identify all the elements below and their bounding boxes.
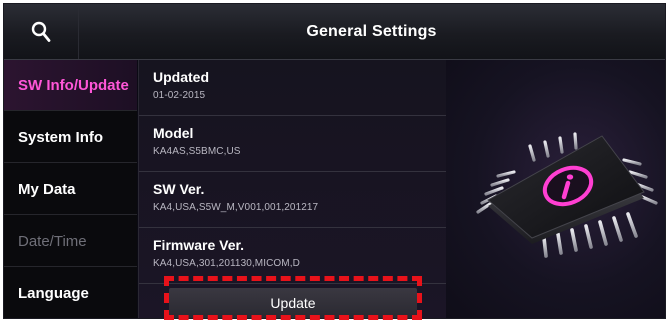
settings-screen: General Settings SW Info/Update System I… <box>3 3 666 319</box>
sw-ver-value: KA4,USA,S5W_M,V001,001,201217 <box>153 202 319 213</box>
info-graphic-panel <box>446 60 665 318</box>
sw-ver-label: SW Ver. <box>153 181 205 197</box>
updated-label: Updated <box>153 69 209 85</box>
sidebar-item-sw-info-update[interactable]: SW Info/Update <box>4 60 137 111</box>
update-highlight-box <box>164 276 422 320</box>
model-value: KA4AS,S5BMC,US <box>153 146 241 157</box>
search-button[interactable] <box>4 4 79 59</box>
updated-value: 01-02-2015 <box>153 90 206 101</box>
info-chip-icon <box>476 128 658 258</box>
firmware-ver-value: KA4,USA,301,201130,MICOM,D <box>153 258 300 269</box>
header-bar: General Settings <box>4 4 665 60</box>
sidebar-item-language[interactable]: Language <box>4 268 137 318</box>
firmware-ver-label: Firmware Ver. <box>153 237 245 253</box>
list-item-model: Model KA4AS,S5BMC,US <box>139 116 446 172</box>
list-item-sw-ver: SW Ver. KA4,USA,S5W_M,V001,001,201217 <box>139 172 446 228</box>
model-label: Model <box>153 125 194 141</box>
sidebar-item-date-time[interactable]: Date/Time <box>4 216 137 267</box>
search-icon <box>31 21 51 42</box>
sidebar-item-system-info[interactable]: System Info <box>4 112 137 163</box>
page-title: General Settings <box>306 22 437 40</box>
sidebar-item-my-data[interactable]: My Data <box>4 164 137 215</box>
list-item-updated: Updated 01-02-2015 <box>139 60 446 116</box>
sidebar: SW Info/Update System Info My Data Date/… <box>4 60 137 318</box>
